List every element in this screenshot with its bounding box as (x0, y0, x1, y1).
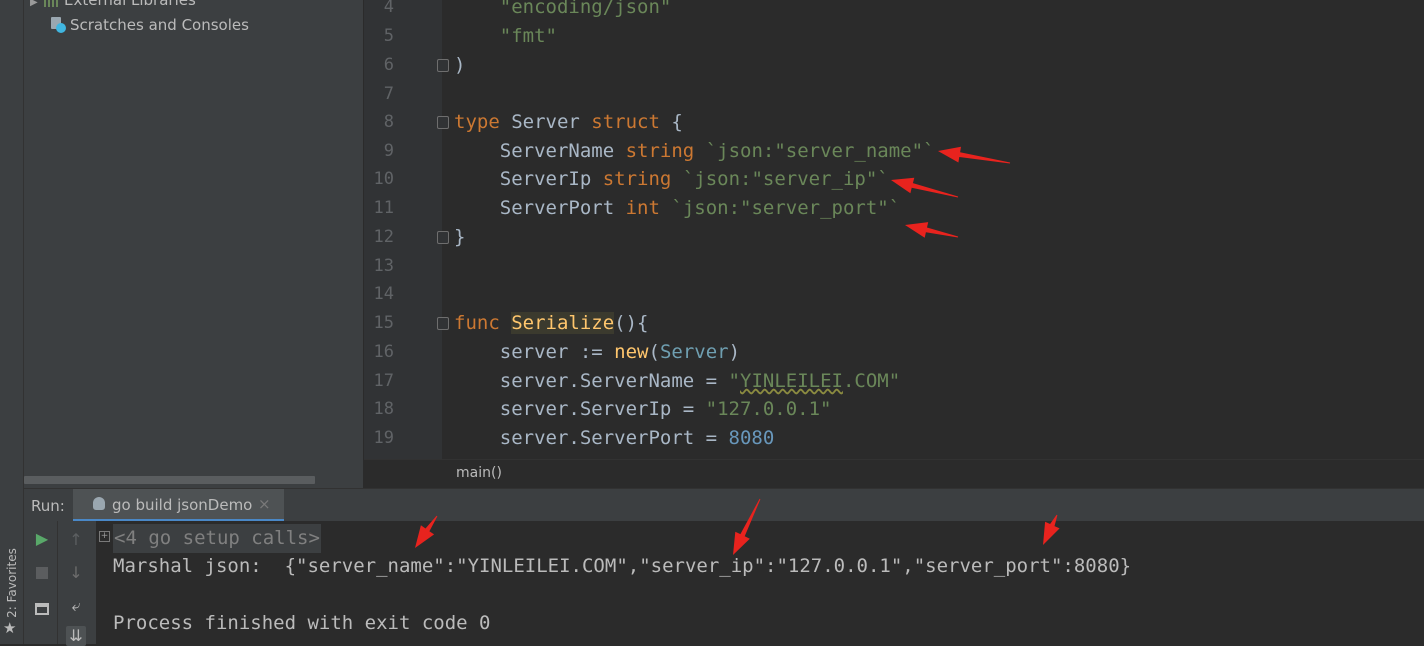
line-number: 13 (373, 256, 394, 276)
line-number: 18 (373, 399, 394, 419)
left-tool-strip: 2: Favorites ★ (0, 0, 24, 644)
run-toolbar-primary: ▶ (24, 521, 57, 644)
fold-marker-icon[interactable] (437, 116, 449, 129)
layout-icon (35, 603, 49, 615)
code-line: func Serialize(){ (454, 312, 649, 334)
stop-icon (36, 567, 48, 579)
code-line: type Server struct { (454, 111, 683, 133)
line-number: 5 (383, 26, 394, 46)
collapsed-setup-calls[interactable]: <4 go setup calls> (113, 524, 321, 553)
code-line: } (454, 226, 466, 248)
tree-item-external-libraries[interactable]: ▶ External Libraries (30, 0, 196, 11)
line-number-gutter: 4 5 6 7 8 9 10 11 12 13 14 15 16 17 18 1… (364, 0, 442, 459)
line-number: 4 (383, 0, 394, 17)
code-line: "fmt" (499, 25, 557, 47)
console-output-line: Marshal json: {"server_name":"YINLEILEI.… (113, 555, 1132, 577)
code-line: server.ServerIp = "127.0.0.1" (454, 398, 832, 420)
tree-item-scratches[interactable]: Scratches and Consoles (50, 14, 249, 36)
favorites-tool-window-label[interactable]: 2: Favorites (4, 545, 20, 621)
code-line: server.ServerName = "YINLEILEI.COM" (454, 370, 901, 392)
line-number: 19 (373, 428, 394, 448)
rerun-button[interactable]: ▶ (32, 529, 52, 549)
code-line: server := new(Server) (454, 341, 741, 363)
up-arrow-icon[interactable]: ↑ (66, 530, 86, 550)
line-number: 12 (373, 227, 394, 247)
line-number: 6 (383, 55, 394, 75)
soft-wrap-icon[interactable]: ⤶ (66, 596, 86, 616)
close-icon[interactable]: × (258, 495, 271, 513)
line-number: 11 (373, 198, 394, 218)
scroll-to-end-icon[interactable]: ⇊ (66, 626, 86, 646)
run-toolbar-secondary: ↑ ↓ ⤶ ⇊ (57, 521, 96, 646)
breadcrumb[interactable]: main() (456, 465, 502, 481)
down-arrow-icon[interactable]: ↓ (66, 563, 86, 583)
run-console[interactable]: + <4 go setup calls> Marshal json: {"ser… (96, 521, 1424, 644)
code-line: ServerName string `json:"server_name"` (454, 140, 935, 162)
go-gopher-icon (93, 497, 105, 510)
code-line: ServerPort int `json:"server_port"` (454, 197, 901, 219)
console-output-line: Process finished with exit code 0 (113, 612, 491, 634)
code-line: ServerIp string `json:"server_ip"` (454, 168, 889, 190)
line-number: 8 (383, 112, 394, 132)
fold-marker-icon[interactable] (437, 317, 449, 330)
stop-button[interactable] (32, 564, 52, 584)
horizontal-scrollbar[interactable] (24, 476, 315, 484)
line-number: 10 (373, 169, 394, 189)
line-number: 16 (373, 342, 394, 362)
tab-go-build-jsondemo[interactable]: go build jsonDemo × (73, 489, 284, 522)
expand-arrow-icon[interactable]: ▶ (30, 0, 44, 14)
breadcrumb-bar: main() (364, 459, 1424, 489)
line-number: 9 (383, 141, 394, 161)
scratches-icon (50, 17, 66, 33)
run-tab-label: go build jsonDemo (112, 496, 253, 514)
line-number: 15 (373, 313, 394, 333)
run-panel-header: Run: go build jsonDemo × (24, 488, 1424, 522)
line-number: 14 (373, 284, 394, 304)
code-line: "encoding/json" (499, 0, 672, 18)
line-number: 17 (373, 371, 394, 391)
library-icon (44, 0, 60, 7)
tree-item-label: External Libraries (64, 0, 196, 9)
code-line: ) (454, 54, 466, 76)
layout-button[interactable] (32, 600, 52, 620)
fold-marker-icon[interactable] (437, 231, 449, 244)
tree-item-label: Scratches and Consoles (70, 16, 249, 34)
code-line: server.ServerPort = 8080 (454, 427, 775, 449)
star-icon[interactable]: ★ (3, 619, 16, 637)
line-number: 7 (383, 84, 394, 104)
run-label: Run: (31, 497, 65, 515)
project-panel: ▶ External Libraries Scratches and Consol… (24, 0, 364, 488)
fold-marker-icon[interactable] (437, 59, 449, 72)
expand-icon[interactable]: + (99, 531, 110, 542)
code-editor[interactable]: 4 5 6 7 8 9 10 11 12 13 14 15 16 17 18 1… (364, 0, 1424, 459)
